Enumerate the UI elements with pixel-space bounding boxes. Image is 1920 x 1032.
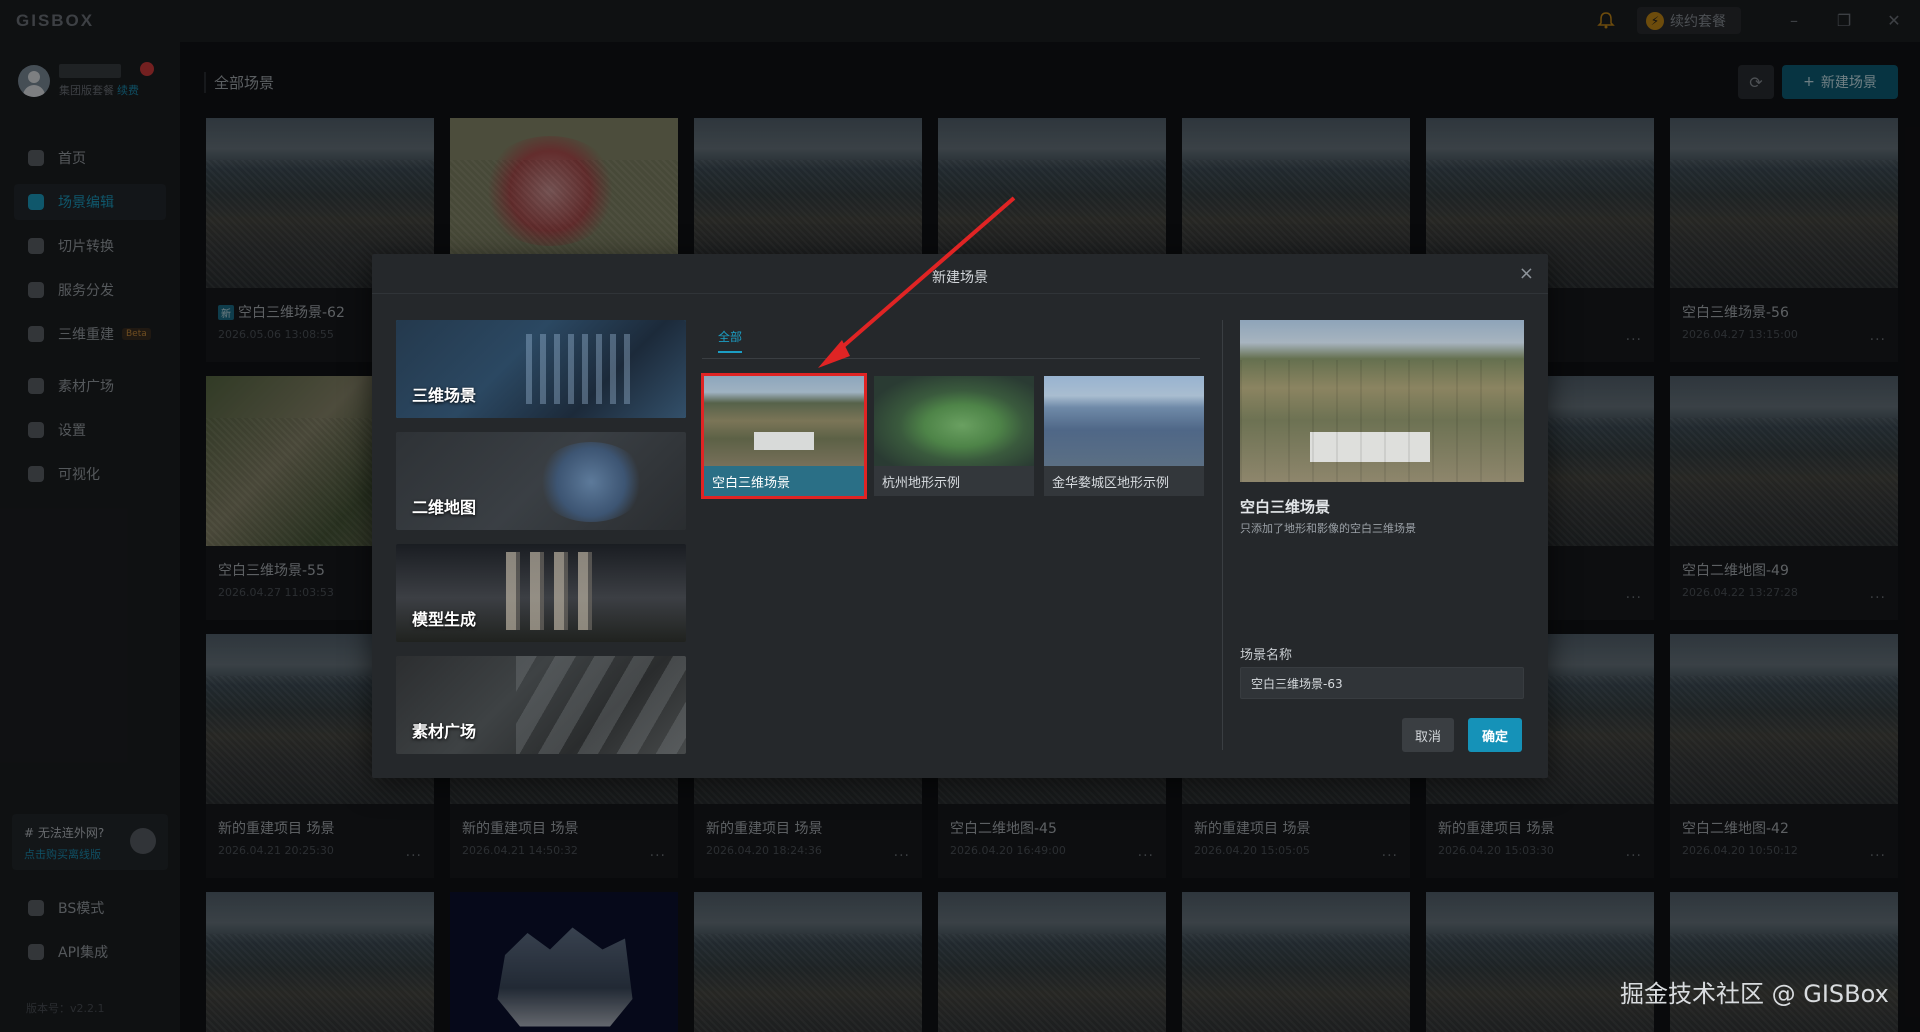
category-label: 模型生成	[412, 610, 477, 629]
tab-divider	[702, 358, 1200, 359]
scene-name-label: 场景名称	[1240, 648, 1293, 663]
preview-image	[1240, 320, 1524, 482]
category-2d-map[interactable]: 二维地图	[396, 432, 686, 530]
template-label: 空白三维场景	[704, 466, 864, 496]
category-materials[interactable]: 素材广场	[396, 656, 686, 754]
dialog-header: 新建场景 ×	[372, 254, 1548, 294]
category-3d-scene[interactable]: 三维场景	[396, 320, 686, 418]
category-label: 二维地图	[412, 498, 477, 517]
template-label: 杭州地形示例	[874, 466, 1034, 496]
cancel-button[interactable]: 取消	[1402, 718, 1454, 752]
template-blank-3d[interactable]: 空白三维场景	[701, 373, 867, 499]
app-window: GISBOX ⚡ 续约套餐 – ❐ ✕ 集团版套餐 续费 首页 场景编辑 切片转…	[0, 0, 1920, 1032]
template-jinhua[interactable]: 金华婺城区地形示例	[1044, 376, 1204, 496]
category-label: 素材广场	[412, 722, 477, 741]
preview-description: 只添加了地形和影像的空白三维场景	[1240, 522, 1416, 535]
scene-name-input[interactable]	[1240, 667, 1524, 699]
preview-title: 空白三维场景	[1240, 498, 1331, 516]
panel-divider	[1222, 320, 1223, 750]
watermark: 掘金技术社区 @ GISBox	[1620, 980, 1889, 1008]
template-label: 金华婺城区地形示例	[1044, 466, 1204, 496]
category-label: 三维场景	[412, 386, 477, 405]
category-model-generate[interactable]: 模型生成	[396, 544, 686, 642]
template-image	[1044, 376, 1204, 466]
new-scene-dialog: 新建场景 × 三维场景 二维地图 模型生成 素材广场 全部 空白三维场景 杭州地…	[372, 254, 1548, 778]
tab-all[interactable]: 全部	[718, 328, 743, 353]
template-hangzhou[interactable]: 杭州地形示例	[874, 376, 1034, 496]
close-icon[interactable]: ×	[1519, 263, 1534, 284]
confirm-button[interactable]: 确定	[1468, 718, 1522, 752]
dialog-title: 新建场景	[932, 270, 988, 286]
template-image	[874, 376, 1034, 466]
template-image	[704, 376, 864, 466]
